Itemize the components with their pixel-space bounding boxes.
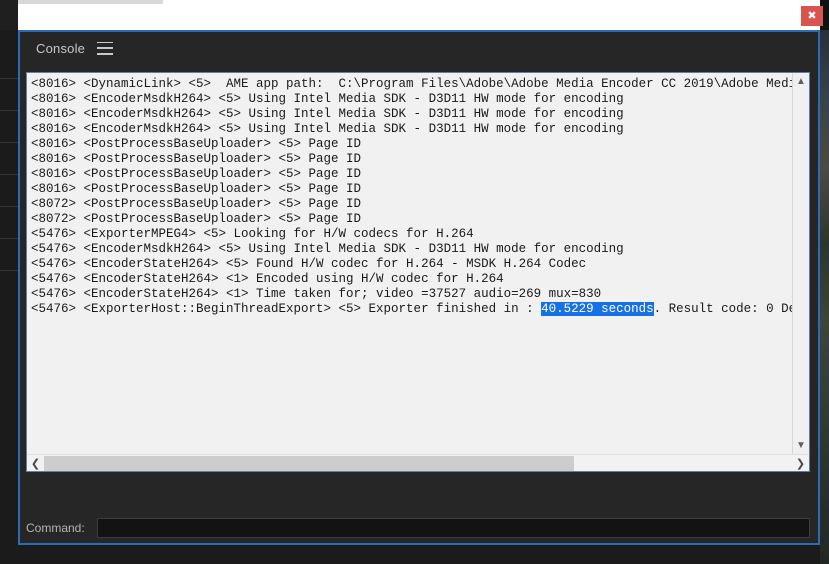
backdrop-right-panel <box>820 30 829 564</box>
log-horizontal-scrollbar[interactable]: ❮ ❯ <box>27 454 809 471</box>
log-line: <5476> <EncoderMsdkH264> <5> Using Intel… <box>31 242 624 256</box>
log-line: <8016> <PostProcessBaseUploader> <5> Pag… <box>31 182 362 196</box>
command-row: Command: <box>20 517 818 539</box>
log-line: <8072> <PostProcessBaseUploader> <5> Pag… <box>31 197 362 211</box>
backdrop-line <box>0 110 18 111</box>
log-line: <8016> <PostProcessBaseUploader> <5> Pag… <box>31 152 362 166</box>
close-icon[interactable]: ✖ <box>801 6 823 26</box>
log-line: <8016> <EncoderMsdkH264> <5> Using Intel… <box>31 92 624 106</box>
selected-text[interactable]: 40.5229 seconds <box>541 302 654 316</box>
command-label: Command: <box>26 521 85 535</box>
log-lines: <8016> <DynamicLink> <5> AME app path: C… <box>27 73 792 317</box>
log-line: <8016> <EncoderMsdkH264> <5> Using Intel… <box>31 107 624 121</box>
backdrop-line <box>0 78 18 79</box>
log-line: <8016> <DynamicLink> <5> AME app path: C… <box>31 77 792 91</box>
log-line: <5476> <EncoderStateH264> <1> Time taken… <box>31 287 602 301</box>
log-line: <8072> <PostProcessBaseUploader> <5> Pag… <box>31 212 362 226</box>
log-output-panel: <8016> <DynamicLink> <5> AME app path: C… <box>26 72 810 472</box>
backdrop-white-titlebar <box>18 0 829 30</box>
backdrop-tab-strip <box>18 0 163 4</box>
scroll-right-icon[interactable]: ❯ <box>792 455 809 471</box>
console-dialog: Console <8016> <DynamicLink> <5> AME app… <box>18 30 820 545</box>
backdrop-line <box>0 270 18 271</box>
log-line-suffix: . Result code: 0 Destinat: <box>653 302 792 316</box>
log-line-selected: <5476> <ExporterHost::BeginThreadExport>… <box>31 302 792 317</box>
log-line-prefix: <5476> <ExporterHost::BeginThreadExport>… <box>31 302 542 316</box>
backdrop-line <box>0 238 18 239</box>
horizontal-scrollbar-thumb[interactable] <box>44 456 574 471</box>
backdrop-line <box>0 206 18 207</box>
backdrop-line <box>0 142 18 143</box>
log-vertical-scrollbar[interactable]: ▲ ▼ <box>792 73 809 454</box>
console-header: Console <box>20 32 818 64</box>
page-title: Console <box>36 40 86 56</box>
log-line: <5476> <EncoderStateH264> <5> Found H/W … <box>31 257 587 271</box>
scroll-up-icon[interactable]: ▲ <box>793 73 809 90</box>
hamburger-menu-icon[interactable] <box>97 41 114 55</box>
log-line: <8016> <PostProcessBaseUploader> <5> Pag… <box>31 167 362 181</box>
scroll-down-icon[interactable]: ▼ <box>793 437 809 454</box>
log-line: <8016> <EncoderMsdkH264> <5> Using Intel… <box>31 122 624 136</box>
log-line: <5476> <ExporterMPEG4> <5> Looking for H… <box>31 227 474 241</box>
command-input[interactable] <box>97 518 810 538</box>
scroll-left-icon[interactable]: ❮ <box>27 455 44 471</box>
backdrop-left-strip <box>0 0 18 30</box>
log-line: <5476> <EncoderStateH264> <1> Encoded us… <box>31 272 504 286</box>
log-text-area[interactable]: <8016> <DynamicLink> <5> AME app path: C… <box>27 73 792 454</box>
backdrop-line <box>0 174 18 175</box>
log-line: <8016> <PostProcessBaseUploader> <5> Pag… <box>31 137 362 151</box>
